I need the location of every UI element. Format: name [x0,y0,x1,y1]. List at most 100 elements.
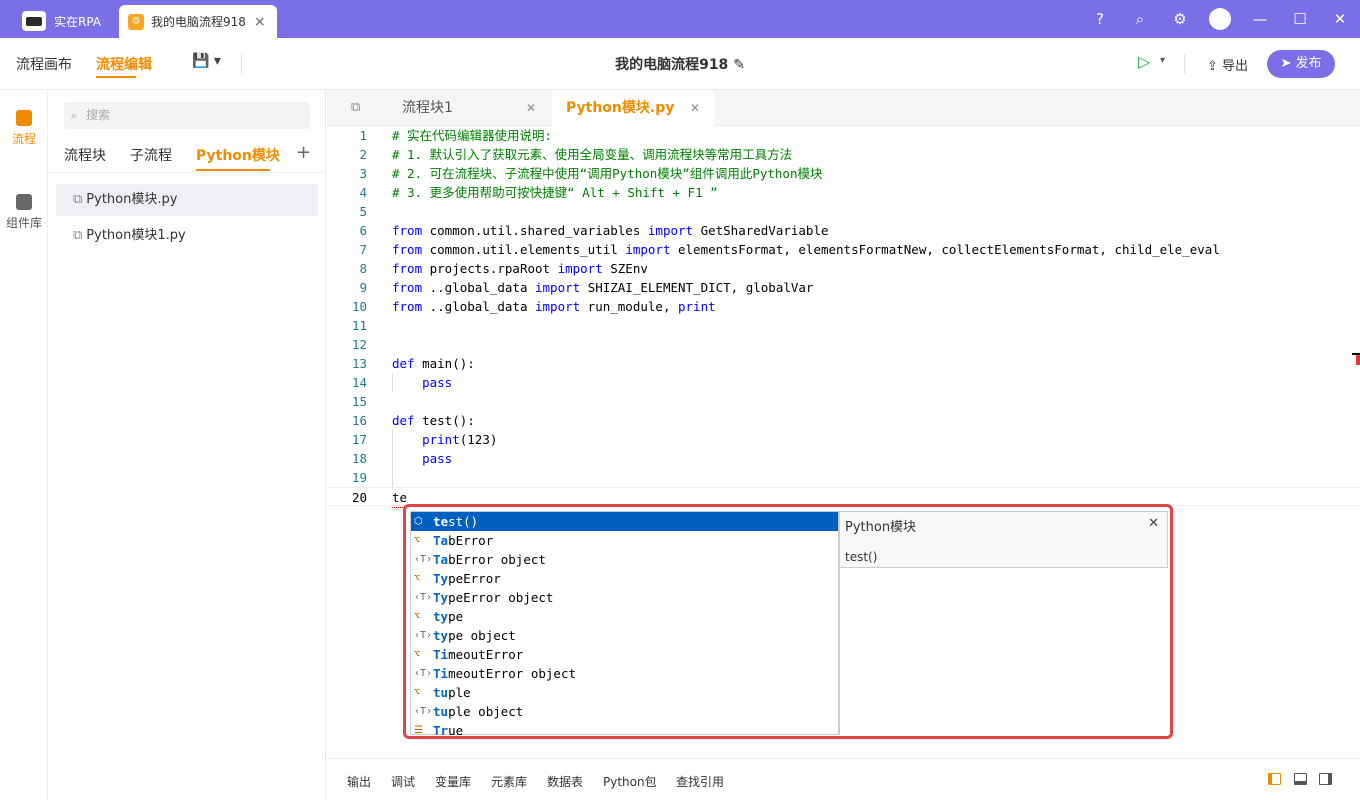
divider [839,568,840,735]
code-line[interactable]: 4 # 3. 更多使用帮助可按快捷键“ Alt + Shift + F1 ” [327,183,1360,202]
keyword-icon: ☰ [414,725,423,736]
minimize-icon[interactable]: — [1240,10,1280,28]
suggestion-item[interactable]: ⬡ test() [411,512,838,531]
run-dropdown-icon[interactable]: ▾ [1160,55,1165,66]
suggestion-item[interactable]: ‹T› TabError object [411,550,838,569]
nav-flow[interactable]: 流程 [0,110,48,147]
code-line[interactable]: 16 def test(): [327,411,1360,430]
close-icon[interactable]: ✕ [1148,516,1159,531]
add-icon[interactable]: + [296,142,311,163]
type-icon: ‹T› [414,706,433,717]
line-number: 11 [351,318,367,333]
nav-lib-label: 组件库 [5,216,42,230]
tab-variables[interactable]: 变量库 [435,773,471,790]
search-icon[interactable]: ⌕ [1120,10,1160,28]
code-line[interactable]: 15 [327,392,1360,411]
document-tab[interactable]: ⚙ 我的电脑流程918 × [119,5,277,38]
type-icon: ‹T› [414,668,433,679]
indent-guide [392,373,393,392]
tab-flow-block-1[interactable]: 流程块1 ✕ [388,90,550,126]
tab-label: Python模块.py [566,100,675,116]
app-logo-icon [22,11,46,31]
layout-bottom-icon[interactable] [1294,773,1307,785]
export-button[interactable]: ⇪ 导出 [1207,55,1248,74]
file-item[interactable]: ⧉ Python模块1.py [56,220,318,252]
code-line[interactable]: 7 from common.util.elements_util import e… [327,240,1360,259]
code-line[interactable]: 13 def main(): [327,354,1360,373]
tab-datatable[interactable]: 数据表 [547,773,583,790]
layout-right-icon[interactable] [1319,773,1332,785]
settings-icon[interactable]: ⚙ [1160,10,1200,28]
suggestion-item[interactable]: ‹T› TypeError object [411,588,838,607]
line-number: 18 [351,451,367,466]
tab-python-packages[interactable]: Python包 [603,773,657,790]
suggestion-item[interactable]: ‹T› TimeoutError object [411,664,838,683]
tab-flow-block[interactable]: 流程块 [64,145,106,165]
close-icon[interactable]: ✕ [526,90,536,126]
code-line[interactable]: 1 # 实在代码编辑器使用说明: [327,126,1360,145]
edit-pencil-icon[interactable]: ✎ [733,57,745,73]
suggestion-item[interactable]: ⌥ TabError [411,531,838,550]
suggestion-item[interactable]: ⌥ tuple [411,683,838,702]
code-line[interactable]: 10 from ..global_data import run_module, … [327,297,1360,316]
left-nav: 流程 组件库 [0,90,48,800]
file-label: Python模块1.py [86,228,186,243]
tab-debug[interactable]: 调试 [391,773,415,790]
tab-subflow[interactable]: 子流程 [130,145,172,165]
code-text: from ..global_data import SHIZAI_ELEMENT… [392,280,814,295]
code-line[interactable]: 18 pass [327,449,1360,468]
avatar[interactable] [1209,8,1231,30]
file-item[interactable]: ⧉ Python模块.py [56,184,318,216]
code-line[interactable]: 3 # 2. 可在流程块、子流程中使用“调用Python模块”组件调用此Pytho… [327,164,1360,183]
document-tab-label: 我的电脑流程918 [151,15,246,29]
suggestion-item[interactable]: ⌥ TypeError [411,569,838,588]
suggestion-label: TypeError [433,571,501,586]
line-number: 17 [351,432,367,447]
app-home-tab[interactable]: 实在RPA [22,6,101,36]
tab-python-module[interactable]: Python模块 [196,145,280,165]
close-icon[interactable]: ✕ [690,90,700,126]
class-icon: ⌥ [414,535,421,546]
python-file-icon: ⧉ [73,228,83,243]
run-icon[interactable]: ▷ [1138,52,1150,71]
nav-component-library[interactable]: 组件库 [0,194,48,231]
code-line[interactable]: 9 from ..global_data import SHIZAI_ELEMEN… [327,278,1360,297]
window-close-icon[interactable]: ✕ [1320,10,1360,28]
code-line[interactable]: 6 from common.util.shared_variables impor… [327,221,1360,240]
type-icon: ‹T› [414,630,433,641]
code-line[interactable]: 12 [327,335,1360,354]
line-number: 4 [359,185,367,200]
suggestion-item[interactable]: ⌥ TimeoutError [411,645,838,664]
search-input[interactable]: ⌕ 搜索 [64,102,310,129]
tab-elements[interactable]: 元素库 [491,773,527,790]
code-line[interactable]: 19 [327,468,1360,487]
suggestion-item[interactable]: ⌥ type [411,607,838,626]
suggestion-item[interactable]: ‹T› type object [411,626,838,645]
code-line[interactable]: 8 from projects.rpaRoot import SZEnv [327,259,1360,278]
code-text: from ..global_data import run_module, pr… [392,299,716,314]
suggestion-item[interactable]: ☰ True [411,721,838,740]
code-line[interactable]: 14 pass [327,373,1360,392]
autocomplete-popup: ⬡ test() ⌥ TabError ‹T› TabError object ⌥ TypeE… [403,504,1173,739]
tab-find-references[interactable]: 查找引用 [676,773,724,790]
module-icon: ⬡ [414,516,423,527]
line-number: 12 [351,337,367,352]
tab-underline [196,169,270,171]
help-icon[interactable]: ? [1080,10,1120,28]
publish-button[interactable]: ➤ 发布 [1267,50,1335,78]
code-line[interactable]: 2 # 1. 默认引入了获取元素、使用全局变量、调用流程块等常用工具方法 [327,145,1360,164]
code-text: # 2. 可在流程块、子流程中使用“调用Python模块”组件调用此Python… [392,166,823,181]
code-line[interactable]: 5 [327,202,1360,221]
line-number: 19 [351,470,367,485]
layout-left-icon[interactable] [1268,773,1281,785]
class-icon: ⌥ [414,573,421,584]
code-line[interactable]: 17 print(123) [327,430,1360,449]
code-line[interactable]: 11 [327,316,1360,335]
tab-python-file[interactable]: Python模块.py ✕ [552,90,714,126]
search-placeholder: 搜索 [86,108,111,122]
close-icon[interactable]: × [254,14,266,30]
maximize-icon[interactable]: ☐ [1280,10,1320,28]
suggestion-item[interactable]: ‹T› tuple object [411,702,838,721]
tab-output[interactable]: 输出 [347,773,371,790]
copy-tabs-icon[interactable]: ⧉ [351,100,360,115]
